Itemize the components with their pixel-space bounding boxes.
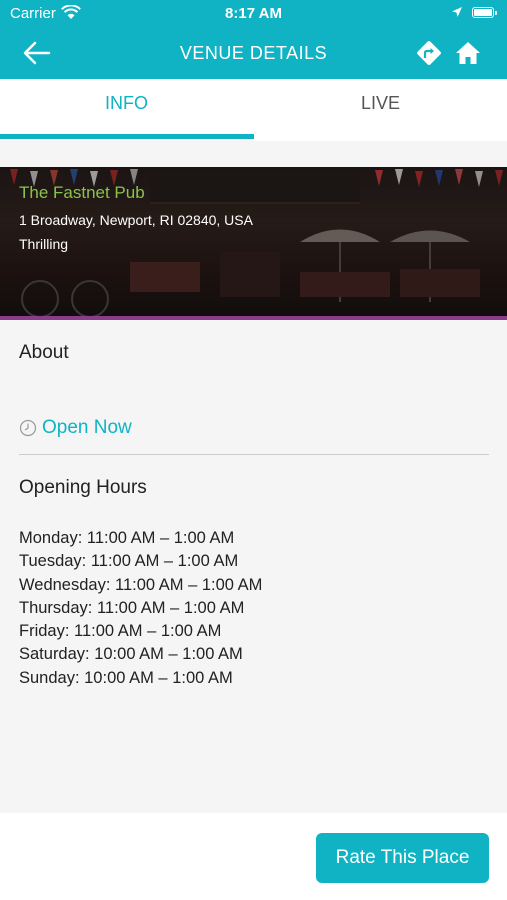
rate-place-button[interactable]: Rate This Place <box>316 833 489 883</box>
opening-hours-heading: Opening Hours <box>19 477 147 498</box>
hours-thursday: Thursday: 11:00 AM – 1:00 AM <box>19 598 245 617</box>
bottom-bar: Rate This Place <box>0 813 507 900</box>
venue-tag: Thrilling <box>19 236 69 252</box>
open-status-label: Open Now <box>42 417 132 438</box>
hours-friday: Friday: 11:00 AM – 1:00 AM <box>19 622 222 641</box>
location-arrow-icon <box>452 7 462 17</box>
status-bar: Carrier 8:17 AM <box>0 0 507 28</box>
tab-indicator <box>0 134 254 139</box>
tab-live[interactable]: LIVE <box>254 79 507 141</box>
hours-wednesday: Wednesday: 11:00 AM – 1:00 AM <box>19 575 263 594</box>
hours-sunday: Sunday: 10:00 AM – 1:00 AM <box>19 668 233 687</box>
divider <box>19 454 489 455</box>
navigation-bar: Carrier 8:17 AM VENUE DETAILS <box>0 0 507 79</box>
status-time: 8:17 AM <box>225 5 282 22</box>
hours-saturday: Saturday: 10:00 AM – 1:00 AM <box>19 645 243 664</box>
clock-icon <box>19 419 37 437</box>
opening-hours-list: Monday: 11:00 AM – 1:00 AM Tuesday: 11:0… <box>19 527 262 690</box>
tab-bar: INFO LIVE <box>0 79 507 141</box>
venue-name: The Fastnet Pub <box>19 183 145 202</box>
hours-monday: Monday: 11:00 AM – 1:00 AM <box>19 529 235 547</box>
photo-accent-stripe <box>0 316 507 320</box>
venue-address: 1 Broadway, Newport, RI 02840, USA <box>19 212 253 228</box>
home-icon[interactable] <box>454 39 482 67</box>
hours-tuesday: Tuesday: 11:00 AM – 1:00 AM <box>19 552 239 571</box>
about-heading: About <box>19 342 69 363</box>
directions-icon[interactable] <box>415 39 443 67</box>
tab-info[interactable]: INFO <box>0 79 253 141</box>
battery-icon <box>472 7 497 18</box>
